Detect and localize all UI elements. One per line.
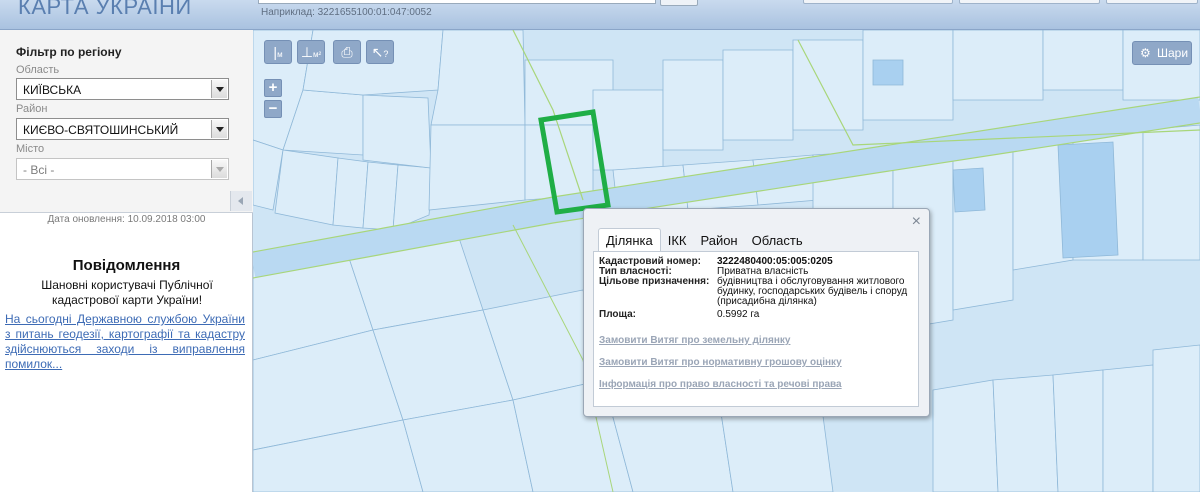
measure-length-icon[interactable]: |м [264, 40, 292, 64]
chevron-down-icon[interactable] [211, 80, 227, 98]
close-icon[interactable]: × [912, 214, 921, 230]
collapse-panel-button[interactable] [230, 191, 252, 211]
search-hint: Наприклад: 3221655100:01:047:0052 [261, 7, 432, 18]
measure-length-unit: м [277, 50, 283, 59]
app-header: КАРТА УКРАЇНИ Наприклад: 3221655100:01:0… [0, 0, 1200, 30]
notice-title: Повідомлення [72, 257, 181, 274]
popup-body: Кадастровий номер: 3222480400:05:005:020… [593, 251, 919, 407]
region-filter: Фільтр по регіону Область КИЇВСЬКА Район… [0, 30, 253, 213]
order-valuation-extract-link[interactable]: Замовити Витяг про нормативну грошову оц… [599, 357, 842, 368]
tab-ikk[interactable]: ІКК [661, 229, 694, 253]
search-input[interactable] [258, 0, 656, 4]
measure-area-unit: м² [313, 50, 322, 59]
layers-label: Шари [1157, 46, 1189, 60]
area-label: Площа: [599, 309, 636, 320]
ownership-rights-link[interactable]: Інформація про право власності та речові… [599, 379, 842, 390]
chevron-down-icon[interactable] [211, 120, 227, 138]
info-cursor-icon[interactable]: ↖? [366, 40, 394, 64]
notice-link[interactable]: На сьогодні Державною службою України з … [5, 312, 245, 372]
purpose-value: будівництва і обслуговування житлового б… [717, 276, 908, 307]
update-date: Дата оновлення: 10.09.2018 03:00 [47, 214, 206, 225]
app-title: КАРТА УКРАЇНИ [18, 0, 192, 19]
tab-district[interactable]: Район [693, 229, 744, 253]
filter-title: Фільтр по регіону [16, 45, 122, 59]
cadastral-map-app: КАРТА УКРАЇНИ Наприклад: 3221655100:01:0… [0, 0, 1200, 492]
district-label: Район [16, 103, 48, 115]
district-select[interactable]: КИЄВО-СВЯТОШИНСЬКИЙ [16, 118, 229, 140]
region-select-value: КИЇВСЬКА [23, 83, 82, 97]
tab-parcel[interactable]: Ділянка [598, 228, 661, 252]
city-select[interactable]: - Всі - [16, 158, 229, 180]
gear-icon: ⚙ [1140, 46, 1151, 60]
zoom-out-button[interactable]: − [264, 100, 282, 118]
measure-area-icon[interactable]: ⊥м² [297, 40, 325, 64]
purpose-label: Цільове призначення: [599, 276, 710, 287]
header-button-1[interactable] [803, 0, 953, 4]
search-button[interactable] [660, 0, 698, 6]
header-button-2[interactable] [959, 0, 1100, 4]
print-icon[interactable]: ⎙ [333, 40, 361, 64]
region-select[interactable]: КИЇВСЬКА [16, 78, 229, 100]
district-select-value: КИЄВО-СВЯТОШИНСЬКИЙ [23, 123, 179, 137]
city-select-value: - Всі - [23, 163, 55, 177]
order-parcel-extract-link[interactable]: Замовити Витяг про земельну ділянку [599, 335, 790, 346]
parcel-info-popup: × Ділянка ІКК Район Область Кадастровий ном… [583, 208, 930, 417]
tab-region[interactable]: Область [745, 229, 810, 253]
layers-button[interactable]: ⚙ Шари [1132, 41, 1192, 65]
print-glyph: ⎙ [341, 44, 353, 60]
popup-tabs: Ділянка ІКК Район Область [598, 228, 810, 252]
info-cursor-glyph: ↖ [371, 44, 384, 60]
region-label: Область [16, 64, 60, 76]
map-view[interactable]: |м ⊥м² ⎙ ↖? + − ⚙ Шари × Ділянка ІКК Район… [253, 30, 1200, 492]
area-value: 0.5992 га [717, 309, 760, 320]
city-label: Місто [16, 143, 45, 155]
info-cursor-question: ? [383, 49, 389, 59]
chevron-down-icon[interactable] [211, 160, 227, 178]
left-panel: Фільтр по регіону Область КИЇВСЬКА Район… [0, 30, 253, 492]
header-button-3[interactable] [1106, 0, 1198, 4]
measure-area-glyph: ⊥ [300, 44, 314, 60]
zoom-in-button[interactable]: + [264, 79, 282, 97]
notice-greeting: Шановні користувачі Публічної кадастрово… [41, 278, 213, 307]
